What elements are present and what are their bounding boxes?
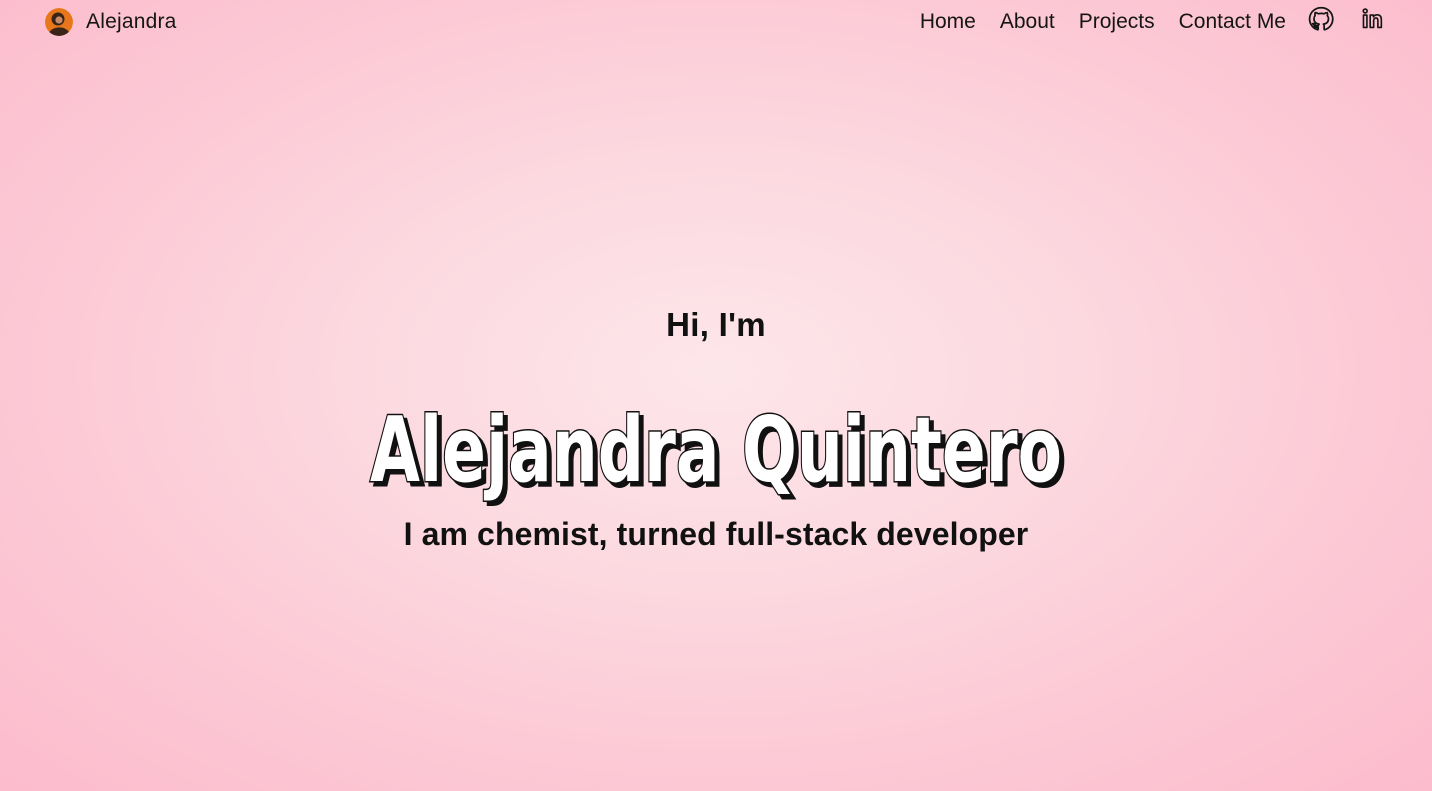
hero-name-text: Alejandra Quintero [370,398,1062,503]
hero-greeting: Hi, I'm [666,306,766,343]
hero-name: .nm { font-family: "DejaVu Sans", sans-s… [369,398,1068,508]
hero-tagline: I am chemist, turned full-stack develope… [403,516,1029,552]
hero-section: Hi, I'm .nm { font-family: "DejaVu Sans"… [0,0,1432,791]
